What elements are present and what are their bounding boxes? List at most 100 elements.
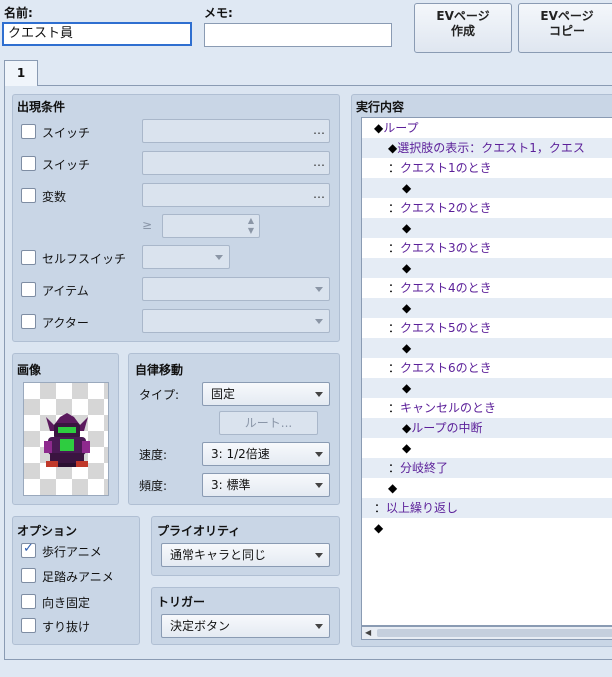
options-title: オプション <box>17 524 78 538</box>
command-marker: ： <box>388 241 401 255</box>
priority-value: 通常キャラと同じ <box>170 548 267 562</box>
command-list[interactable]: ◆ループ ◆選択肢の表示：クエスト1，クエス ：クエスト1のとき ◆ ：クエスト2のとき… <box>361 117 612 626</box>
through-checkbox[interactable] <box>21 618 36 633</box>
command-row[interactable]: ：クエスト1のとき <box>362 158 612 178</box>
tab-page-1[interactable]: 1 <box>4 60 38 86</box>
command-row[interactable]: ◆ <box>362 178 612 198</box>
command-row[interactable]: ◆ <box>362 218 612 238</box>
command-row[interactable]: ◆ <box>362 478 612 498</box>
variable-value-spinner: ▲ ▼ <box>162 214 260 238</box>
character-image[interactable] <box>23 382 109 496</box>
item-checkbox[interactable] <box>21 282 36 297</box>
autonomous-title: 自律移動 <box>135 363 184 377</box>
command-text: クエスト5のとき <box>400 321 492 335</box>
command-row[interactable]: ◆ <box>362 298 612 318</box>
command-row[interactable]: ：クエスト6のとき <box>362 358 612 378</box>
command-row[interactable]: ◆ <box>362 378 612 398</box>
through-label: すり抜け <box>42 620 91 634</box>
switch1-checkbox[interactable] <box>21 124 36 139</box>
spin-down-icon: ▼ <box>247 226 254 235</box>
chevron-down-icon <box>315 553 323 558</box>
command-row[interactable]: ：クエスト3のとき <box>362 238 612 258</box>
horizontal-scrollbar[interactable]: ◀ <box>361 626 612 640</box>
frequency-select[interactable]: 3: 標準 <box>202 473 330 497</box>
create-page-button[interactable]: EVページ 作成 <box>414 3 512 53</box>
self-switch-select <box>142 245 230 269</box>
scroll-left-icon[interactable]: ◀ <box>365 628 371 637</box>
trigger-value: 決定ボタン <box>170 619 231 633</box>
command-marker: ◆ <box>402 221 412 235</box>
chevron-down-icon <box>315 483 323 488</box>
command-text: 分岐終了 <box>400 461 449 475</box>
actor-checkbox[interactable] <box>21 314 36 329</box>
actor-label: アクター <box>42 316 89 330</box>
conditions-title: 出現条件 <box>17 100 66 114</box>
variable-label: 変数 <box>42 190 67 204</box>
ge-symbol: ≥ <box>142 218 153 232</box>
command-text: キャンセルのとき <box>400 401 497 415</box>
name-label: 名前: <box>4 6 33 20</box>
name-input[interactable]: クエスト員 <box>2 22 192 46</box>
switch1-picker: … <box>142 119 330 143</box>
command-row[interactable]: ◆ <box>362 338 612 358</box>
direction-fix-checkbox[interactable] <box>21 594 36 609</box>
command-text: 以上繰り返し <box>386 501 459 515</box>
command-marker: ◆ <box>402 341 412 355</box>
self-switch-checkbox[interactable] <box>21 250 36 265</box>
speed-select[interactable]: 3: 1/2倍速 <box>202 442 330 466</box>
chevron-down-icon <box>315 452 323 457</box>
command-marker: ： <box>388 321 401 335</box>
switch2-picker: … <box>142 151 330 175</box>
walking-anim-checkbox[interactable]: ✓ <box>21 541 36 558</box>
memo-input[interactable] <box>204 23 392 47</box>
command-marker: ： <box>388 361 401 375</box>
switch2-checkbox[interactable] <box>21 156 36 171</box>
chevron-down-icon <box>315 392 323 397</box>
command-marker: ： <box>388 461 401 475</box>
stepping-anim-checkbox[interactable] <box>21 568 36 583</box>
speed-value: 3: 1/2倍速 <box>211 447 270 461</box>
trigger-select[interactable]: 決定ボタン <box>161 614 330 638</box>
command-row[interactable]: ：クエスト5のとき <box>362 318 612 338</box>
variable-checkbox[interactable] <box>21 188 36 203</box>
contents-title: 実行内容 <box>356 100 405 114</box>
command-row[interactable]: ：キャンセルのとき <box>362 398 612 418</box>
command-marker: ： <box>388 401 401 415</box>
command-text: クエスト3のとき <box>400 241 492 255</box>
command-row[interactable]: ◆ <box>362 258 612 278</box>
scrollbar-thumb[interactable] <box>377 629 612 637</box>
item-label: アイテム <box>42 284 89 298</box>
command-row[interactable]: ：クエスト4のとき <box>362 278 612 298</box>
command-text: クエスト4のとき <box>400 281 492 295</box>
command-marker: ◆ <box>374 121 384 135</box>
copy-page-button[interactable]: EVページ コピー <box>518 3 612 53</box>
command-marker: ◆ <box>402 441 412 455</box>
command-marker: ◆ <box>388 141 398 155</box>
switch1-dots: … <box>313 123 325 137</box>
type-select[interactable]: 固定 <box>202 382 330 406</box>
command-marker: ◆ <box>388 481 398 495</box>
priority-select[interactable]: 通常キャラと同じ <box>161 543 330 567</box>
command-row[interactable]: ：以上繰り返し <box>362 498 612 518</box>
command-marker: ： <box>388 281 401 295</box>
command-row[interactable]: ◆選択肢の表示：クエスト1，クエス <box>362 138 612 158</box>
chevron-down-icon <box>315 624 323 629</box>
type-label: タイプ: <box>139 388 180 402</box>
command-row[interactable]: ◆ループ <box>362 118 612 138</box>
command-text: ループの中断 <box>411 421 483 435</box>
command-row[interactable]: ：クエスト2のとき <box>362 198 612 218</box>
route-button[interactable]: ルート... <box>219 411 318 435</box>
create-page-label-1: EVページ <box>436 9 490 23</box>
priority-title: プライオリティ <box>157 524 241 538</box>
command-marker: ◆ <box>402 381 412 395</box>
command-marker: ◆ <box>374 521 384 535</box>
command-text: ループ <box>383 121 419 135</box>
copy-page-label-1: EVページ <box>540 9 594 23</box>
switch2-dots: … <box>313 155 325 169</box>
command-marker: ： <box>388 201 401 215</box>
command-row[interactable]: ◆ <box>362 438 612 458</box>
stepping-anim-label: 足踏みアニメ <box>42 570 114 584</box>
command-row[interactable]: ：分岐終了 <box>362 458 612 478</box>
command-row[interactable]: ◆ <box>362 518 612 538</box>
command-row[interactable]: ◆ループの中断 <box>362 418 612 438</box>
